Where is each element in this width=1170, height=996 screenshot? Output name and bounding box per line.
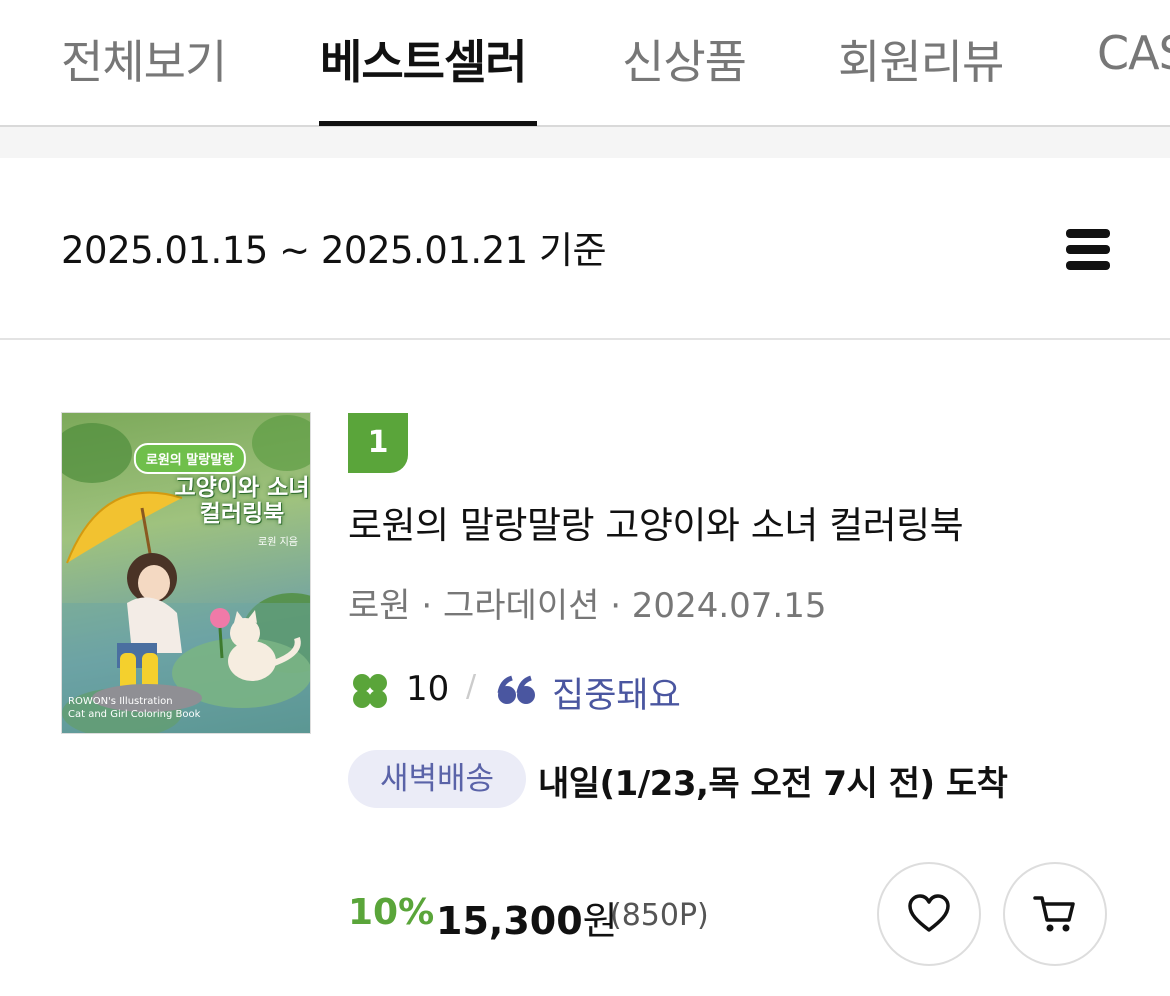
cart-icon — [1033, 896, 1075, 932]
cover-series-label: 로원의 말랑말랑 — [133, 443, 247, 474]
sale-price: 15,300원 — [436, 899, 618, 943]
rating-separator: / — [466, 669, 477, 704]
tab-cash[interactable]: CASH — [1097, 26, 1170, 126]
period-label: 2025.01.15 ~ 2025.01.21 기준 — [61, 229, 607, 272]
cover-subtitle: ROWON's Illustration Cat and Girl Colori… — [68, 696, 201, 720]
heart-icon — [908, 894, 950, 932]
reward-points: (850P) — [610, 898, 709, 933]
book-meta: 로원 · 그라데이션 · 2024.07.15 — [348, 586, 827, 626]
book-title[interactable]: 로원의 말랑말랑 고양이와 소녀 컬러링북 — [348, 495, 964, 549]
category-tabs: 전체보기 베스트셀러 신상품 회원리뷰 CASH — [0, 0, 1170, 127]
delivery-estimate: 내일(1/23,목 오전 7시 전) 도착 — [538, 764, 1008, 804]
tab-all[interactable]: 전체보기 — [61, 26, 227, 126]
book-cover-image[interactable]: 로원의 말랑말랑 고양이와 소녀 컬러링북 로원 지음 ROWON's Illu… — [61, 412, 311, 734]
rating-value: 10 — [406, 669, 450, 709]
add-to-cart-button[interactable] — [1003, 862, 1107, 966]
tab-bestseller[interactable]: 베스트셀러 — [320, 26, 528, 126]
divider — [0, 338, 1170, 340]
tab-new-products[interactable]: 신상품 — [622, 26, 747, 126]
review-keyword[interactable]: 집중돼요 — [552, 667, 681, 718]
active-tab-indicator — [319, 121, 537, 126]
tab-member-reviews[interactable]: 회원리뷰 — [838, 26, 1004, 126]
hamburger-menu-icon[interactable] — [1066, 226, 1110, 272]
cover-author: 로원 지음 — [258, 537, 298, 548]
wishlist-button[interactable] — [877, 862, 981, 966]
rank-badge: 1 — [348, 413, 408, 473]
period-header: 2025.01.15 ~ 2025.01.21 기준 — [0, 158, 1170, 338]
clover-icon — [353, 674, 387, 708]
cover-title: 고양이와 소녀 컬러링북 — [174, 475, 310, 527]
quote-icon — [497, 675, 535, 704]
dawn-delivery-badge: 새벽배송 — [348, 750, 526, 808]
discount-rate: 10% — [348, 892, 435, 933]
section-gap — [0, 127, 1170, 158]
